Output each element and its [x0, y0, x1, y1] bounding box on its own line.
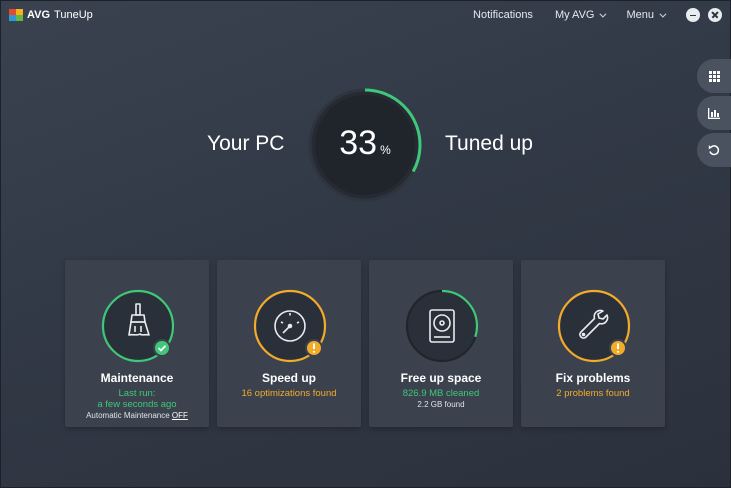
fix-problems-card[interactable]: Fix problems 2 problems found: [521, 260, 665, 427]
free-up-space-cleaned: 826.9 MB cleaned: [402, 388, 480, 399]
gauge-value: 33%: [305, 124, 425, 163]
avg-logo-icon: [9, 9, 23, 21]
maintenance-card[interactable]: Maintenance Last run: a few seconds ago …: [65, 260, 209, 427]
minimize-button[interactable]: [686, 8, 700, 22]
free-up-space-title: Free up space: [400, 371, 482, 385]
close-button[interactable]: [708, 8, 722, 22]
free-up-space-card[interactable]: Free up space 826.9 MB cleaned 2.2 GB fo…: [369, 260, 513, 427]
maintenance-title: Maintenance: [100, 371, 174, 385]
chart-icon: [708, 107, 720, 119]
automatic-maintenance-toggle-link[interactable]: OFF: [172, 411, 188, 420]
maintenance-last-run-value: a few seconds ago: [97, 399, 177, 410]
product-name: TuneUp: [54, 9, 93, 21]
title-bar: AVG TuneUp Notifications My AVG Menu: [0, 0, 731, 30]
side-toolbar: [697, 59, 731, 170]
menu-label: Menu: [626, 9, 654, 21]
notifications-label: Notifications: [473, 9, 533, 21]
free-up-space-ring: [405, 289, 479, 363]
chevron-down-icon: [599, 10, 607, 18]
speed-up-ring: [253, 289, 327, 363]
rescue-center-button[interactable]: [697, 133, 731, 167]
feature-cards: Maintenance Last run: a few seconds ago …: [65, 260, 665, 427]
automatic-maintenance-status: Automatic Maintenance OFF: [65, 411, 209, 420]
percent-sign: %: [380, 143, 391, 157]
menu-dropdown[interactable]: Menu: [626, 9, 667, 21]
fix-problems-ring: [557, 289, 631, 363]
fix-problems-title: Fix problems: [555, 371, 631, 385]
speed-up-title: Speed up: [261, 371, 316, 385]
chevron-down-icon: [659, 10, 667, 18]
hero-left-text: Your PC: [207, 132, 285, 155]
fix-problems-status: 2 problems found: [556, 388, 630, 399]
notifications-link[interactable]: Notifications: [473, 9, 533, 21]
top-nav: Notifications My AVG Menu: [473, 0, 731, 30]
brand-name: AVG: [27, 9, 51, 21]
tuneup-gauge: 33%: [305, 86, 425, 204]
grid-icon: [708, 70, 720, 82]
check-badge: [153, 339, 171, 357]
statistics-button[interactable]: [697, 96, 731, 130]
apps-button[interactable]: [697, 59, 731, 93]
undo-icon: [708, 145, 720, 156]
app-logo: AVG TuneUp: [9, 9, 93, 21]
maintenance-ring: [101, 289, 175, 363]
percent-value: 33: [339, 124, 378, 162]
automatic-maintenance-label: Automatic Maintenance: [86, 411, 172, 420]
free-up-space-found: 2.2 GB found: [417, 400, 465, 409]
my-avg-dropdown[interactable]: My AVG: [554, 9, 607, 21]
speed-up-status: 16 optimizations found: [241, 388, 337, 399]
speed-up-card[interactable]: Speed up 16 optimizations found: [217, 260, 361, 427]
my-avg-label: My AVG: [554, 9, 595, 21]
maintenance-last-run-label: Last run:: [118, 388, 156, 399]
hero-right-text: Tuned up: [445, 132, 533, 155]
